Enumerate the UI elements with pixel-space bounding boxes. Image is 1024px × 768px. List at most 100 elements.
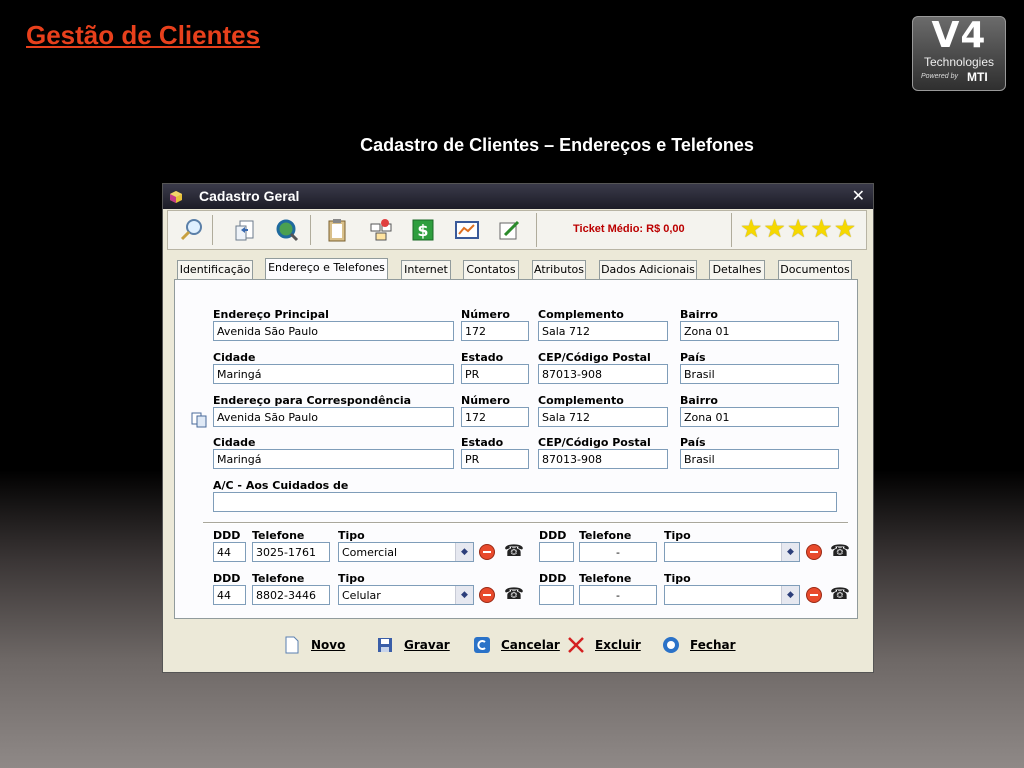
star-icon[interactable]: ★ bbox=[787, 215, 809, 245]
label-bairro: Bairro bbox=[680, 394, 718, 407]
pais-field[interactable]: Brasil bbox=[680, 364, 839, 384]
gravar-label: Gravar bbox=[404, 638, 450, 652]
label-bairro: Bairro bbox=[680, 308, 718, 321]
chevron-updown-icon[interactable]: ◆ bbox=[781, 543, 799, 561]
tipo-select[interactable]: ◆ bbox=[664, 585, 800, 605]
slide-subtitle: Cadastro de Clientes – Endereços e Telef… bbox=[360, 135, 754, 155]
gravar-button[interactable]: Gravar bbox=[376, 636, 450, 656]
excluir-button[interactable]: Excluir bbox=[567, 636, 641, 656]
remove-phone-icon[interactable] bbox=[479, 544, 495, 560]
rating-stars[interactable]: ★ ★ ★ ★ ★ bbox=[740, 215, 866, 245]
chevron-updown-icon[interactable]: ◆ bbox=[455, 543, 473, 561]
label-cep: CEP/Código Postal bbox=[538, 351, 651, 364]
star-icon[interactable]: ★ bbox=[763, 215, 785, 245]
tab-identificacao[interactable]: Identificação bbox=[177, 260, 253, 279]
label-aos-cuidados: A/C - Aos Cuidados de bbox=[213, 479, 349, 492]
telefone-field[interactable]: - bbox=[579, 542, 657, 562]
tab-atributos[interactable]: Atributos bbox=[532, 260, 586, 279]
cancelar-button[interactable]: Cancelar bbox=[473, 636, 560, 656]
toolbar: $ Ticket Médio: R$ 0,00 ★ ★ ★ ★ ★ bbox=[167, 210, 867, 250]
star-icon[interactable]: ★ bbox=[740, 215, 762, 245]
tab-endereco-telefones[interactable]: Endereço e Telefones bbox=[265, 258, 388, 280]
endereco-principal-field[interactable]: Avenida São Paulo bbox=[213, 321, 454, 341]
tipo-select[interactable]: ◆ bbox=[664, 542, 800, 562]
network-icon[interactable] bbox=[368, 217, 394, 243]
label-cidade: Cidade bbox=[213, 351, 256, 364]
label-complemento: Complemento bbox=[538, 394, 624, 407]
cidade-field[interactable]: Maringá bbox=[213, 364, 454, 384]
logo-powered-by: Powered by bbox=[921, 73, 958, 80]
chart-icon[interactable] bbox=[454, 217, 480, 243]
numero-correspondencia-field[interactable]: 172 bbox=[461, 407, 529, 427]
new-document-icon bbox=[285, 636, 299, 654]
ddd-field[interactable]: 44 bbox=[213, 585, 246, 605]
telefone-field[interactable]: 3025-1761 bbox=[252, 542, 330, 562]
star-icon[interactable]: ★ bbox=[810, 215, 832, 245]
remove-phone-icon[interactable] bbox=[806, 544, 822, 560]
endereco-correspondencia-field[interactable]: Avenida São Paulo bbox=[213, 407, 454, 427]
cep-field[interactable]: 87013-908 bbox=[538, 364, 668, 384]
tipo-select-value: Comercial bbox=[342, 546, 398, 559]
star-icon[interactable]: ★ bbox=[834, 215, 856, 245]
label-cidade: Cidade bbox=[213, 436, 256, 449]
tipo-select[interactable]: Comercial ◆ bbox=[338, 542, 474, 562]
edit-note-icon[interactable] bbox=[496, 217, 522, 243]
label-pais: País bbox=[680, 351, 706, 364]
tab-dados-adicionais[interactable]: Dados Adicionais bbox=[599, 260, 697, 279]
new-document-icon[interactable] bbox=[232, 217, 258, 243]
search-icon[interactable] bbox=[178, 217, 204, 243]
pais-correspondencia-field[interactable]: Brasil bbox=[680, 449, 839, 469]
fechar-button[interactable]: Fechar bbox=[662, 636, 736, 656]
cidade-correspondencia-field[interactable]: Maringá bbox=[213, 449, 454, 469]
label-numero: Número bbox=[461, 308, 510, 321]
label-endereco-principal: Endereço Principal bbox=[213, 308, 329, 321]
remove-phone-icon[interactable] bbox=[479, 587, 495, 603]
estado-field[interactable]: PR bbox=[461, 364, 529, 384]
v4-logo: V4 Technologies Powered by MTI bbox=[912, 15, 1006, 91]
ddd-field[interactable] bbox=[539, 585, 574, 605]
ddd-field[interactable]: 44 bbox=[213, 542, 246, 562]
cep-correspondencia-field[interactable]: 87013-908 bbox=[538, 449, 668, 469]
phone-icon[interactable]: ☎ bbox=[830, 544, 850, 560]
money-icon[interactable]: $ bbox=[410, 217, 436, 243]
label-telefone: Telefone bbox=[252, 529, 305, 542]
phone-icon[interactable]: ☎ bbox=[504, 544, 524, 560]
bairro-correspondencia-field[interactable]: Zona 01 bbox=[680, 407, 839, 427]
tab-internet[interactable]: Internet bbox=[401, 260, 451, 279]
tab-documentos[interactable]: Documentos bbox=[778, 260, 852, 279]
clipboard-icon[interactable] bbox=[324, 217, 350, 243]
tipo-select[interactable]: Celular ◆ bbox=[338, 585, 474, 605]
save-icon bbox=[378, 638, 392, 652]
logo-brand: V4 bbox=[931, 15, 987, 56]
telefone-field[interactable]: 8802-3446 bbox=[252, 585, 330, 605]
section-divider bbox=[203, 522, 848, 524]
complemento-field[interactable]: Sala 712 bbox=[538, 321, 668, 341]
ddd-field[interactable] bbox=[539, 542, 574, 562]
ticket-medio: Ticket Médio: R$ 0,00 bbox=[536, 213, 732, 247]
chevron-updown-icon[interactable]: ◆ bbox=[781, 586, 799, 604]
window-titlebar[interactable]: Cadastro Geral ✕ bbox=[163, 184, 873, 209]
remove-phone-icon[interactable] bbox=[806, 587, 822, 603]
complemento-correspondencia-field[interactable]: Sala 712 bbox=[538, 407, 668, 427]
bairro-field[interactable]: Zona 01 bbox=[680, 321, 839, 341]
label-ddd: DDD bbox=[213, 572, 241, 585]
label-ddd: DDD bbox=[539, 572, 567, 585]
phone-icon[interactable]: ☎ bbox=[504, 587, 524, 603]
label-estado: Estado bbox=[461, 436, 504, 449]
copy-address-icon[interactable] bbox=[191, 412, 207, 428]
globe-search-icon[interactable] bbox=[274, 217, 300, 243]
numero-field[interactable]: 172 bbox=[461, 321, 529, 341]
tab-contatos[interactable]: Contatos bbox=[463, 260, 519, 279]
estado-correspondencia-field[interactable]: PR bbox=[461, 449, 529, 469]
label-ddd: DDD bbox=[213, 529, 241, 542]
aos-cuidados-field[interactable] bbox=[213, 492, 837, 512]
slide-title: Gestão de Clientes bbox=[26, 20, 261, 50]
svg-text:$: $ bbox=[417, 221, 428, 240]
fechar-label: Fechar bbox=[690, 638, 736, 652]
tab-detalhes[interactable]: Detalhes bbox=[709, 260, 765, 279]
close-icon[interactable]: ✕ bbox=[852, 186, 865, 206]
telefone-field[interactable]: - bbox=[579, 585, 657, 605]
chevron-updown-icon[interactable]: ◆ bbox=[455, 586, 473, 604]
novo-button[interactable]: Novo bbox=[283, 636, 347, 656]
phone-icon[interactable]: ☎ bbox=[830, 587, 850, 603]
